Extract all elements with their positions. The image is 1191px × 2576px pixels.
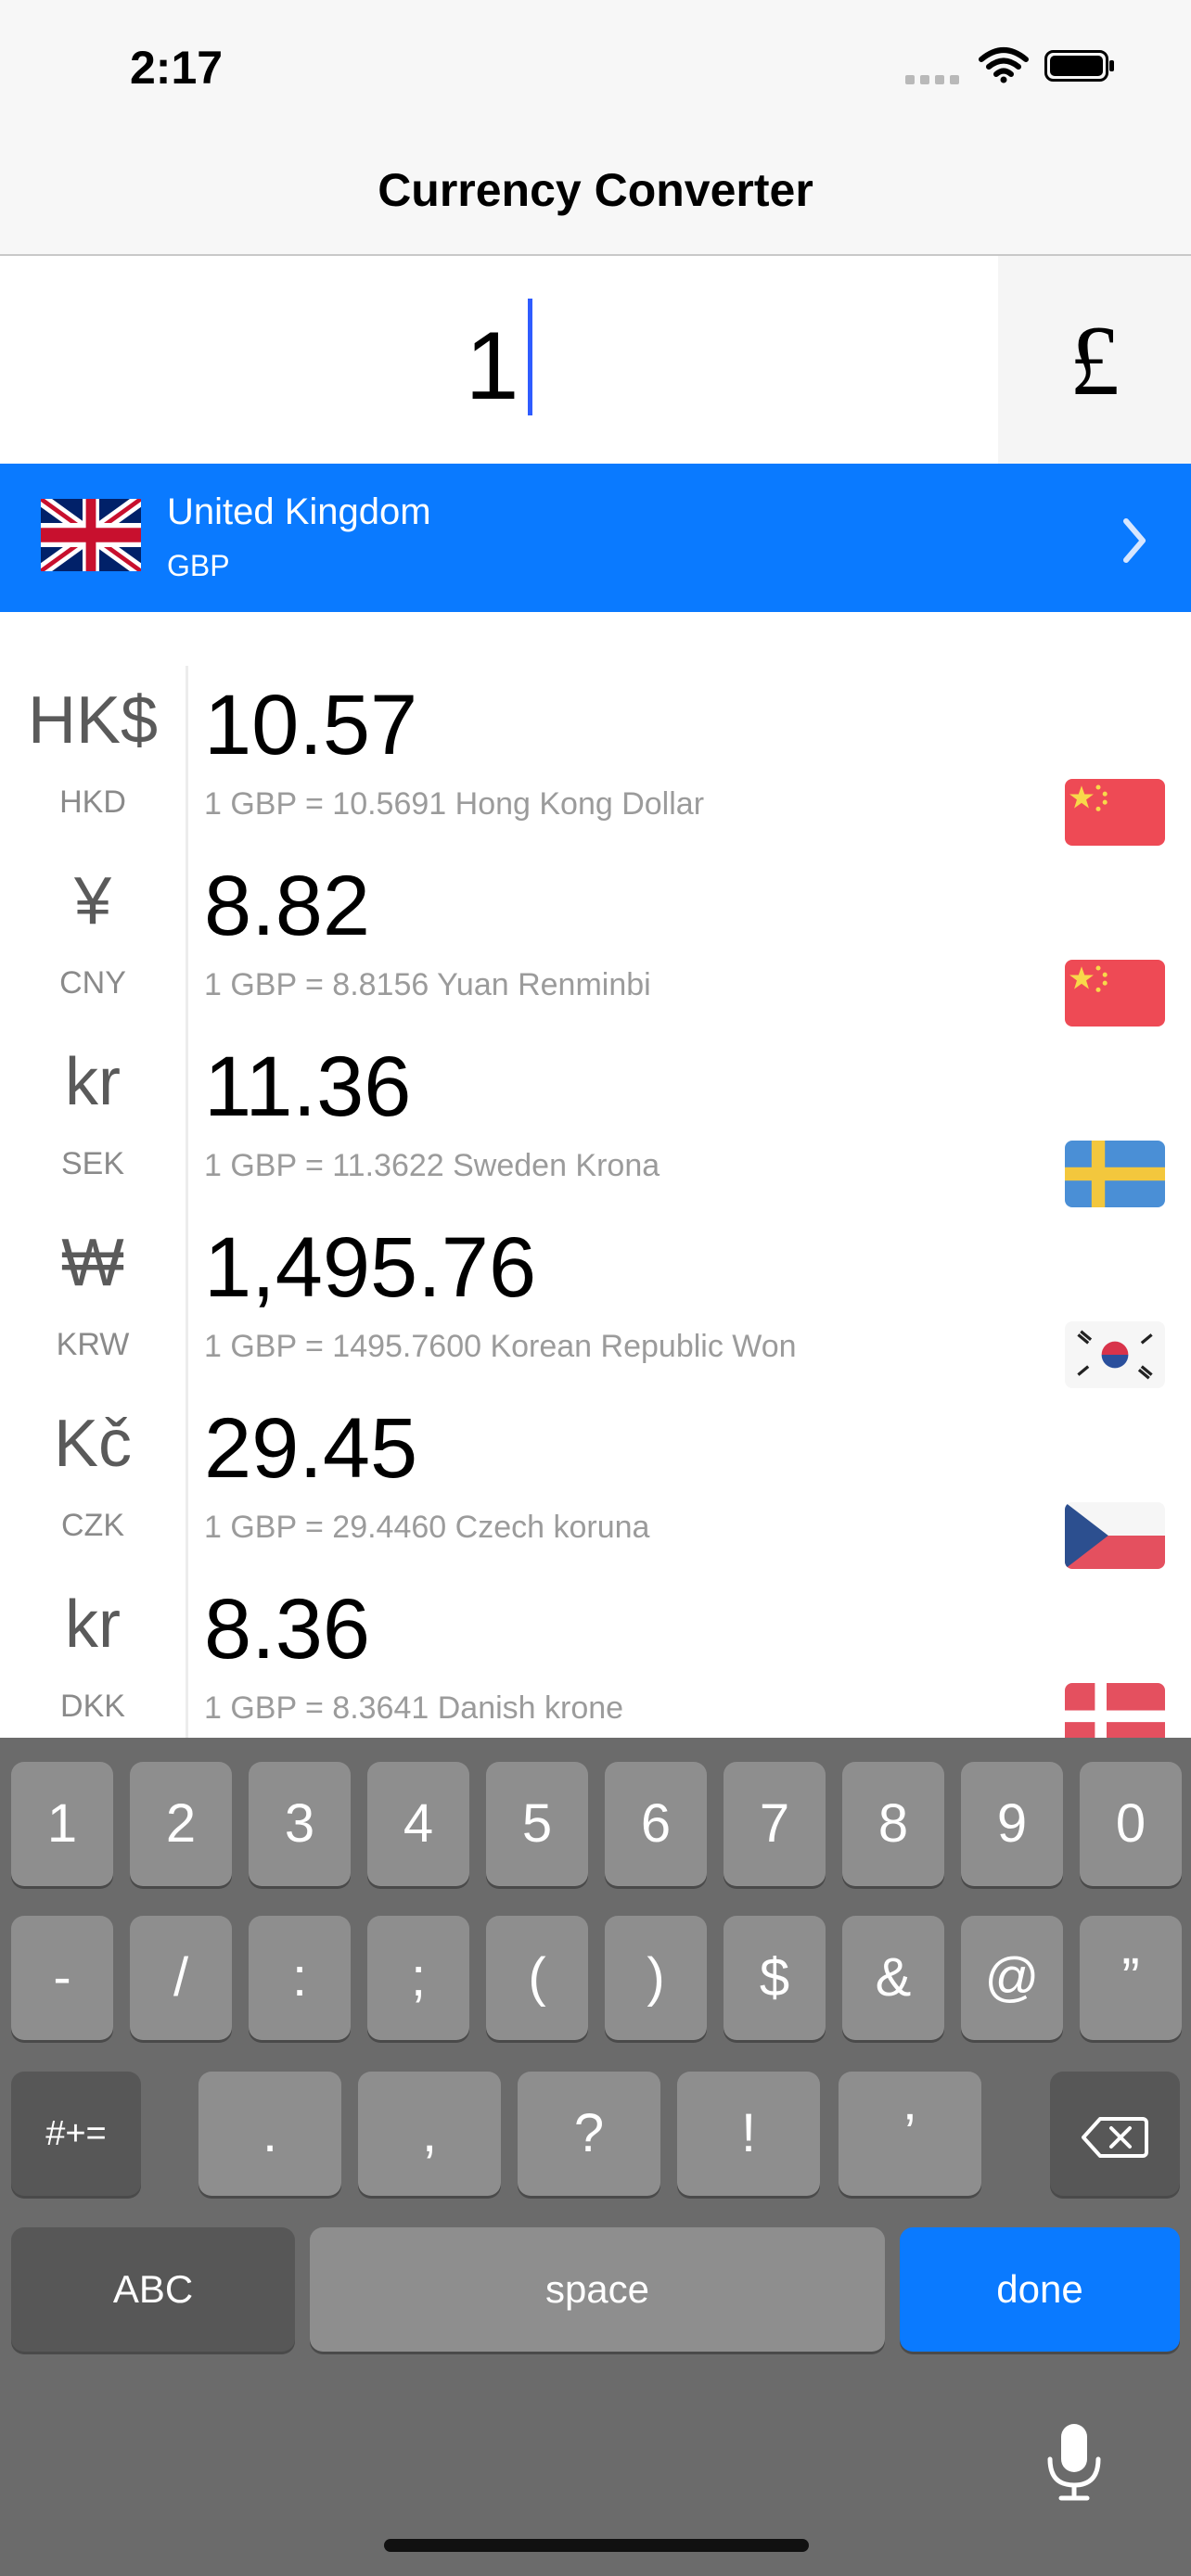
currency-symbol: HK$	[27, 683, 159, 758]
currency-code: HKD	[59, 784, 126, 820]
key-5[interactable]: 5	[486, 1762, 588, 1886]
currency-row-dkk[interactable]: kr DKK 8.36 1 GBP = 8.3641 Danish krone	[0, 1570, 1191, 1753]
key-period[interactable]: .	[198, 2072, 341, 2196]
converted-amount: 1,495.76	[204, 1220, 537, 1315]
key-open-paren[interactable]: (	[486, 1916, 588, 2040]
key-close-paren[interactable]: )	[605, 1916, 707, 2040]
key-hyphen[interactable]: -	[11, 1916, 113, 2040]
converted-amount: 8.82	[204, 859, 371, 953]
currency-row-cny[interactable]: ¥ CNY 8.82 1 GBP = 8.8156 Yuan Renminbi	[0, 847, 1191, 1029]
key-8[interactable]: 8	[842, 1762, 944, 1886]
currency-row-sek[interactable]: kr SEK 11.36 1 GBP = 11.3622 Sweden Kron…	[0, 1027, 1191, 1210]
czech-flag-icon	[1065, 1502, 1165, 1569]
currency-code: CNY	[59, 965, 126, 1001]
currency-symbol: £	[1069, 306, 1120, 416]
divider	[186, 1208, 188, 1389]
key-quote[interactable]: ”	[1080, 1916, 1182, 2040]
divider	[186, 847, 188, 1027]
base-currency-code: GBP	[167, 549, 230, 582]
symbols-toggle-key[interactable]: #+=	[11, 2072, 141, 2196]
status-time: 2:17	[130, 42, 224, 94]
key-slash[interactable]: /	[130, 1916, 232, 2040]
converted-amount: 11.36	[204, 1039, 412, 1134]
key-0[interactable]: 0	[1080, 1762, 1182, 1886]
exchange-rate: 1 GBP = 8.8156 Yuan Renminbi	[204, 967, 651, 1002]
home-indicator	[384, 2539, 809, 2552]
key-6[interactable]: 6	[605, 1762, 707, 1886]
battery-icon	[1044, 50, 1114, 82]
key-ampersand[interactable]: &	[842, 1916, 944, 2040]
key-exclamation[interactable]: !	[677, 2072, 820, 2196]
currency-symbol-button[interactable]: £	[998, 256, 1191, 464]
base-country-name: United Kingdom	[167, 491, 431, 532]
currency-row-hkd[interactable]: HK$ HKD 10.57 1 GBP = 10.5691 Hong Kong …	[0, 666, 1191, 848]
text-caret	[528, 299, 533, 415]
keyboard: 1 2 3 4 5 6 7 8 9 0 - / : ; ( ) $ & @ ” …	[0, 1738, 1191, 2576]
key-4[interactable]: 4	[367, 1762, 469, 1886]
currency-row-krw[interactable]: ₩ KRW 1,495.76 1 GBP = 1495.7600 Korean …	[0, 1208, 1191, 1391]
exchange-rate: 1 GBP = 11.3622 Sweden Krona	[204, 1148, 660, 1183]
key-question[interactable]: ?	[518, 2072, 660, 2196]
amount-text: 1	[465, 312, 519, 420]
currency-code: SEK	[60, 1146, 125, 1181]
chevron-right-icon	[1121, 517, 1148, 568]
base-currency-selector[interactable]	[0, 464, 1191, 612]
wifi-icon	[978, 46, 1030, 88]
uk-flag-icon	[38, 492, 144, 578]
divider	[186, 1389, 188, 1570]
exchange-rate: 1 GBP = 1495.7600 Korean Republic Won	[204, 1329, 797, 1364]
done-key[interactable]: done	[900, 2227, 1180, 2352]
sweden-flag-icon	[1065, 1141, 1165, 1207]
converted-amount: 10.57	[204, 678, 418, 772]
space-key[interactable]: space	[310, 2227, 885, 2352]
key-apostrophe[interactable]: ’	[839, 2072, 981, 2196]
delete-key[interactable]	[1050, 2072, 1180, 2196]
key-at[interactable]: @	[961, 1916, 1063, 2040]
key-7[interactable]: 7	[724, 1762, 826, 1886]
currency-code: KRW	[56, 1327, 130, 1362]
currency-symbol: ¥	[73, 864, 112, 938]
backspace-icon	[1082, 2116, 1148, 2158]
key-9[interactable]: 9	[961, 1762, 1063, 1886]
converted-amount: 8.36	[204, 1582, 371, 1677]
exchange-rate: 1 GBP = 8.3641 Danish krone	[204, 1690, 624, 1726]
divider	[186, 1570, 188, 1751]
amount-input-value[interactable]: 1	[0, 299, 998, 422]
exchange-rate: 1 GBP = 29.4460 Czech koruna	[204, 1510, 650, 1545]
currency-symbol: kr	[65, 1045, 121, 1119]
page-title: Currency Converter	[378, 164, 813, 216]
currency-symbol: Kč	[53, 1407, 133, 1481]
cellular-signal-icon	[905, 72, 965, 89]
exchange-rate: 1 GBP = 10.5691 Hong Kong Dollar	[204, 786, 705, 822]
key-colon[interactable]: :	[249, 1916, 351, 2040]
divider	[186, 1027, 188, 1208]
currency-symbol: ₩	[61, 1226, 124, 1300]
key-1[interactable]: 1	[11, 1762, 113, 1886]
currency-symbol: kr	[65, 1588, 121, 1662]
currency-code: CZK	[61, 1508, 124, 1543]
currency-row-czk[interactable]: Kč CZK 29.45 1 GBP = 29.4460 Czech korun…	[0, 1389, 1191, 1572]
china-flag-icon	[1065, 779, 1165, 846]
key-semicolon[interactable]: ;	[367, 1916, 469, 2040]
divider	[186, 666, 188, 847]
key-2[interactable]: 2	[130, 1762, 232, 1886]
china-flag-icon	[1065, 960, 1165, 1027]
abc-key[interactable]: ABC	[11, 2227, 295, 2352]
microphone-icon[interactable]	[1044, 2420, 1104, 2508]
currency-code: DKK	[60, 1689, 125, 1724]
key-comma[interactable]: ,	[358, 2072, 501, 2196]
key-dollar[interactable]: $	[724, 1916, 826, 2040]
key-3[interactable]: 3	[249, 1762, 351, 1886]
korea-flag-icon	[1065, 1321, 1165, 1388]
converted-amount: 29.45	[204, 1401, 418, 1496]
